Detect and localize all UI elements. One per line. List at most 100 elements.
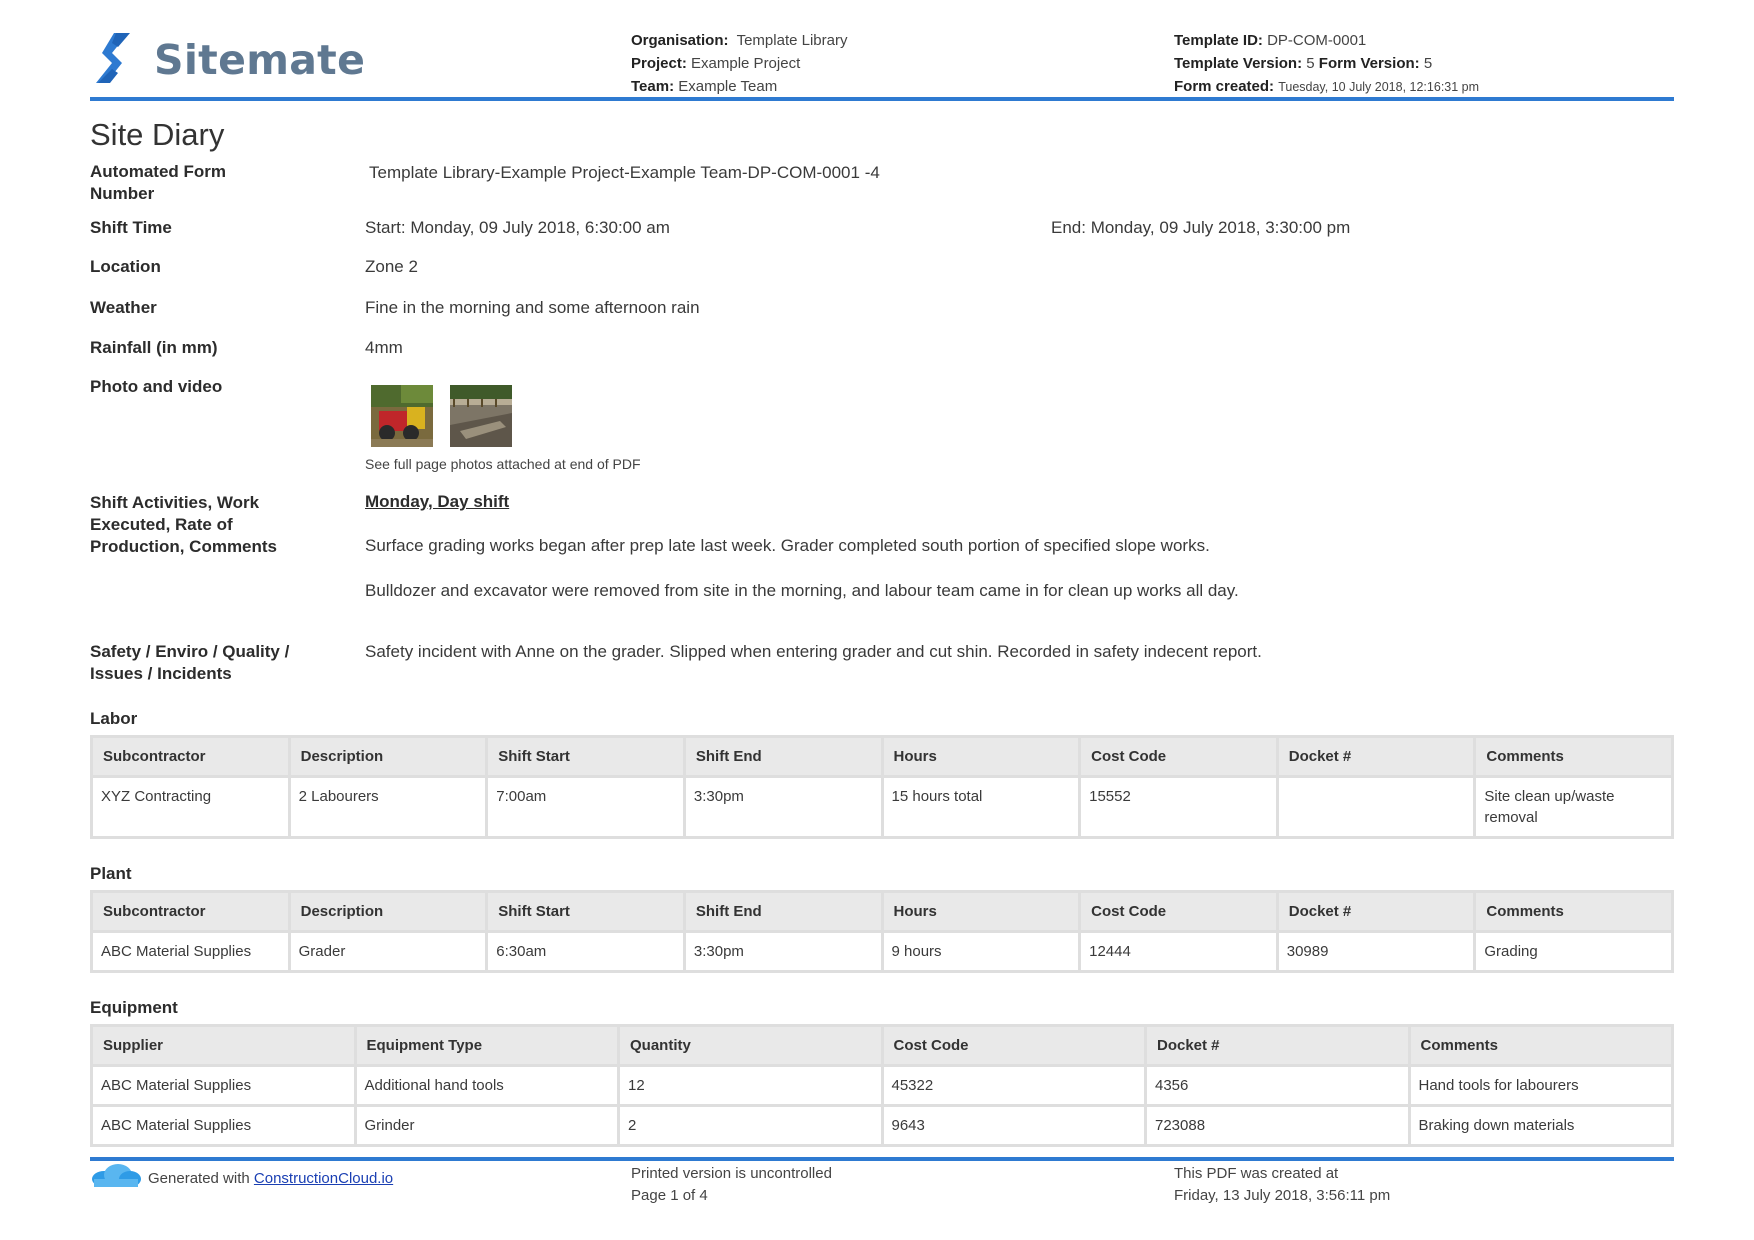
page-title: Site Diary <box>90 117 225 152</box>
automated-form-number-label: Automated Form Number <box>90 162 226 203</box>
equipment-cell: ABC Material Supplies <box>93 1067 354 1104</box>
template-id-value: DP-COM-0001 <box>1267 32 1367 49</box>
project-label: Project: <box>631 55 687 72</box>
template-id-label: Template ID: <box>1174 32 1263 49</box>
plant-cell: 12444 <box>1081 933 1276 970</box>
team-value: Example Team <box>678 78 778 95</box>
photo-video-label: Photo and video <box>90 377 223 396</box>
site-photo-thumbnail-1[interactable] <box>371 385 433 447</box>
project-value: Example Project <box>691 55 801 72</box>
rainfall-value: 4mm <box>365 338 403 357</box>
plant-cell: Grader <box>290 933 486 970</box>
plant-cell: ABC Material Supplies <box>93 933 288 970</box>
footer-print-info: Printed version is uncontrolled Page 1 o… <box>631 1163 832 1207</box>
site-photo-thumbnail-2[interactable] <box>450 385 512 447</box>
equipment-table: Supplier Equipment Type Quantity Cost Co… <box>90 1024 1674 1147</box>
labor-col-comments: Comments <box>1476 738 1671 775</box>
plant-col-cost-code: Cost Code <box>1081 893 1276 930</box>
equipment-col-comments: Comments <box>1410 1027 1671 1064</box>
automated-form-number-value: Template Library-Example Project-Example… <box>369 163 880 182</box>
table-row: ABC Material Supplies Grinder 2 9643 723… <box>93 1107 1671 1144</box>
form-created-label: Form created: <box>1174 78 1275 95</box>
sitemate-logo: Sitemate <box>92 29 365 92</box>
plant-col-description: Description <box>290 893 486 930</box>
template-version-label: Template Version: <box>1174 55 1303 72</box>
footer-divider <box>90 1157 1674 1161</box>
form-version-label: Form Version: <box>1318 55 1420 72</box>
equipment-table-header-row: Supplier Equipment Type Quantity Cost Co… <box>93 1027 1671 1064</box>
organisation-label: Organisation: <box>631 32 729 49</box>
labor-col-shift-end: Shift End <box>685 738 881 775</box>
plant-col-docket: Docket # <box>1278 893 1474 930</box>
labor-cell: 15 hours total <box>883 778 1079 836</box>
sitemate-logo-icon <box>92 29 138 92</box>
labor-section-title: Labor <box>90 709 138 728</box>
equipment-cell: 723088 <box>1147 1107 1408 1144</box>
safety-incidents-value: Safety incident with Anne on the grader.… <box>365 642 1262 661</box>
labor-col-hours: Hours <box>883 738 1079 775</box>
table-row: XYZ Contracting 2 Labourers 7:00am 3:30p… <box>93 778 1671 836</box>
shift-time-label: Shift Time <box>90 218 172 237</box>
footer-generated: Generated with ConstructionCloud.io <box>90 1163 393 1194</box>
plant-cell: 3:30pm <box>685 933 881 970</box>
plant-col-comments: Comments <box>1476 893 1671 930</box>
generated-prefix: Generated with <box>148 1169 250 1187</box>
header-divider <box>90 97 1674 101</box>
equipment-cell: Additional hand tools <box>356 1067 617 1104</box>
constructioncloud-link[interactable]: ConstructionCloud.io <box>254 1168 393 1190</box>
plant-col-subcontractor: Subcontractor <box>93 893 288 930</box>
equipment-col-type: Equipment Type <box>356 1027 617 1064</box>
organisation-value: Template Library <box>736 32 848 49</box>
pdf-created-date: Friday, 13 July 2018, 3:56:11 pm <box>1174 1187 1391 1204</box>
labor-col-subcontractor: Subcontractor <box>93 738 288 775</box>
plant-section-title: Plant <box>90 864 132 883</box>
labor-col-shift-start: Shift Start <box>488 738 683 775</box>
rainfall-label: Rainfall (in mm) <box>90 338 218 357</box>
equipment-cell: 2 <box>620 1107 881 1144</box>
cloud-icon <box>90 1163 142 1194</box>
location-value: Zone 2 <box>365 257 418 276</box>
shift-activities-label: Shift Activities, Work Executed, Rate of… <box>90 493 278 556</box>
plant-col-shift-end: Shift End <box>685 893 881 930</box>
equipment-cell: 12 <box>620 1067 881 1104</box>
form-version-value: 5 <box>1423 55 1433 72</box>
labor-col-cost-code: Cost Code <box>1081 738 1276 775</box>
labor-cell: 15552 <box>1081 778 1276 836</box>
shift-activities-heading: Monday, Day shift <box>365 492 510 511</box>
plant-cell: 30989 <box>1278 933 1474 970</box>
equipment-cell: Grinder <box>356 1107 617 1144</box>
labor-cell: 3:30pm <box>685 778 881 836</box>
equipment-col-quantity: Quantity <box>620 1027 881 1064</box>
weather-label: Weather <box>90 298 157 317</box>
shift-activities-paragraph-2: Bulldozer and excavator were removed fro… <box>365 581 1239 600</box>
plant-col-shift-start: Shift Start <box>488 893 683 930</box>
table-row: ABC Material Supplies Additional hand to… <box>93 1067 1671 1104</box>
header-template-info: Template ID: DP-COM-0001 Template Versio… <box>1174 29 1479 99</box>
plant-cell: 9 hours <box>883 933 1079 970</box>
labor-table: Subcontractor Description Shift Start Sh… <box>90 735 1674 839</box>
equipment-col-supplier: Supplier <box>93 1027 354 1064</box>
labor-cell: Site clean up/waste removal <box>1476 778 1671 836</box>
form-created-value: Tuesday, 10 July 2018, 12:16:31 pm <box>1278 80 1480 94</box>
safety-incidents-label: Safety / Enviro / Quality / Issues / Inc… <box>90 642 290 683</box>
table-row: ABC Material Supplies Grader 6:30am 3:30… <box>93 933 1671 970</box>
pdf-created-label: This PDF was created at <box>1174 1165 1339 1182</box>
uncontrolled-notice: Printed version is uncontrolled <box>631 1165 832 1182</box>
labor-col-docket: Docket # <box>1278 738 1474 775</box>
shift-end-value: End: Monday, 09 July 2018, 3:30:00 pm <box>1051 218 1351 237</box>
equipment-cell: Braking down materials <box>1410 1107 1671 1144</box>
labor-table-header-row: Subcontractor Description Shift Start Sh… <box>93 738 1671 775</box>
template-version-value: 5 <box>1306 55 1315 72</box>
labor-col-description: Description <box>290 738 486 775</box>
header-project-info: Organisation: Template Library Project: … <box>631 29 847 98</box>
shift-start-value: Start: Monday, 09 July 2018, 6:30:00 am <box>365 218 670 237</box>
shift-activities-paragraph-1: Surface grading works began after prep l… <box>365 536 1210 555</box>
page-number: Page 1 of 4 <box>631 1187 708 1204</box>
equipment-cell: 45322 <box>883 1067 1144 1104</box>
plant-cell: Grading <box>1476 933 1671 970</box>
equipment-section-title: Equipment <box>90 998 178 1017</box>
plant-cell: 6:30am <box>488 933 683 970</box>
labor-cell: 2 Labourers <box>290 778 486 836</box>
plant-table-header-row: Subcontractor Description Shift Start Sh… <box>93 893 1671 930</box>
plant-table: Subcontractor Description Shift Start Sh… <box>90 890 1674 973</box>
